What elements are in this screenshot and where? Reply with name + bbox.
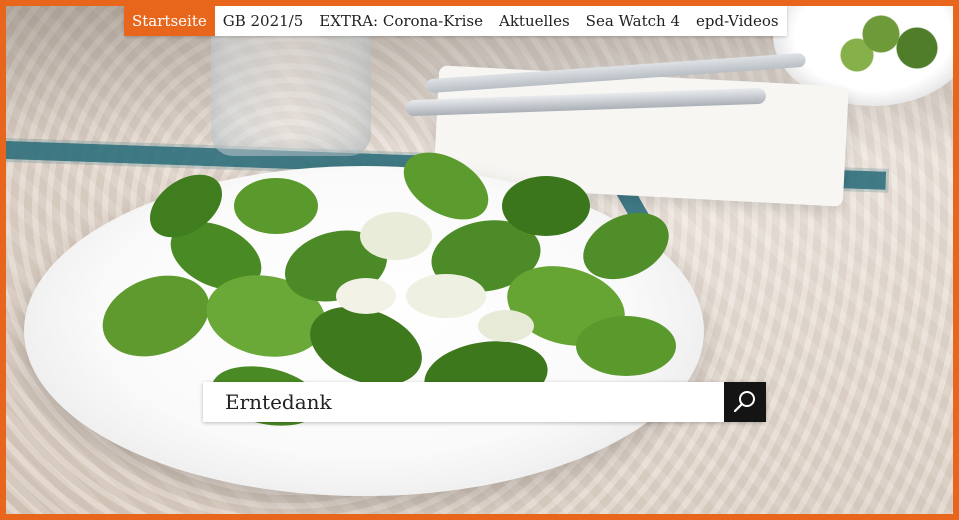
hero-image-side-greens [833,6,953,76]
nav-item-epd-videos[interactable]: epd-Videos [688,6,787,36]
page-frame: Startseite GB 2021/5 EXTRA: Corona-Krise… [0,0,959,520]
search-button[interactable] [724,382,766,422]
search-icon [733,391,755,413]
nav-item-extra-corona-krise[interactable]: EXTRA: Corona-Krise [311,6,491,36]
search-bar [203,382,766,422]
nav-item-sea-watch-4[interactable]: Sea Watch 4 [578,6,688,36]
search-input[interactable] [203,382,724,422]
main-navigation: Startseite GB 2021/5 EXTRA: Corona-Krise… [124,6,787,36]
nav-item-startseite[interactable]: Startseite [124,6,215,36]
nav-item-gb-2021-5[interactable]: GB 2021/5 [215,6,312,36]
nav-item-aktuelles[interactable]: Aktuelles [491,6,578,36]
